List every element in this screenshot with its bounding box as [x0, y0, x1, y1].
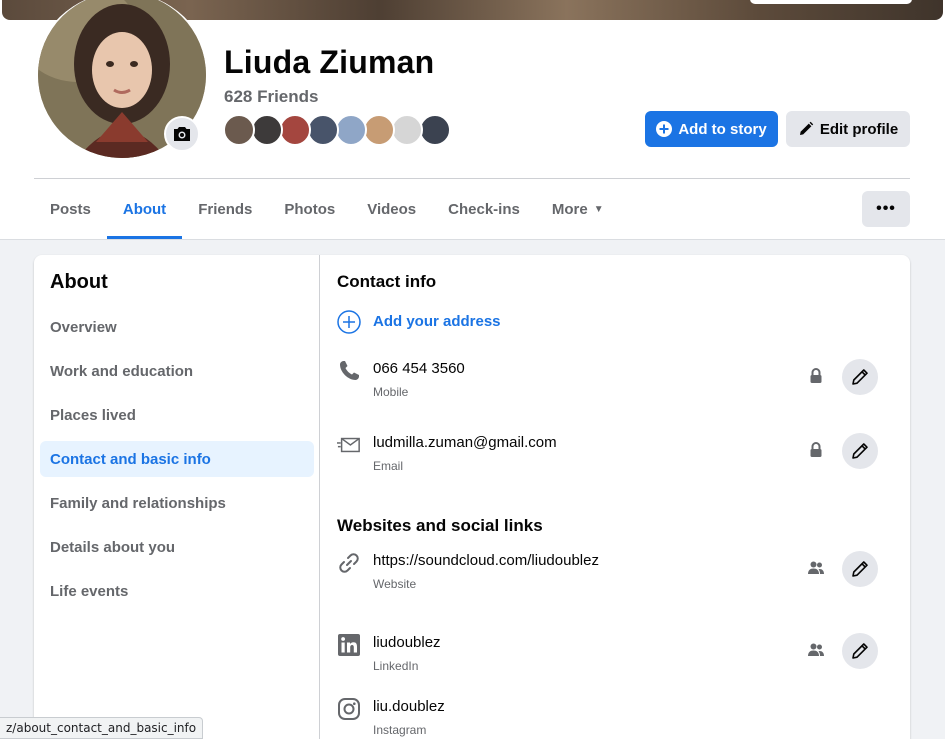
website-url[interactable]: https://soundcloud.com/liudoublez: [373, 552, 599, 569]
email-type: Email: [373, 459, 404, 473]
tab-check-ins[interactable]: Check-ins: [432, 179, 536, 239]
friend-avatar[interactable]: [279, 114, 311, 146]
friends-audience-icon[interactable]: [808, 560, 824, 576]
edit-cover-button[interactable]: [750, 0, 912, 4]
friends-count-link[interactable]: 628 Friends: [224, 87, 319, 107]
edit-profile-button[interactable]: Edit profile: [786, 111, 910, 147]
link-status-bar: z/about_contact_and_basic_info: [0, 717, 204, 739]
friend-avatar[interactable]: [419, 114, 451, 146]
edit-phone-button[interactable]: [842, 359, 878, 395]
change-avatar-button[interactable]: [164, 116, 200, 152]
lock-icon[interactable]: [808, 368, 824, 384]
about-content: Contact info Add your address 066 454 35…: [321, 255, 910, 739]
tab-label: Photos: [284, 200, 336, 218]
tab-label: Check-ins: [448, 200, 520, 218]
pencil-icon: [799, 121, 814, 135]
pencil-icon: [852, 561, 868, 577]
friend-avatar[interactable]: [307, 114, 339, 146]
about-nav-life-events[interactable]: Life events: [40, 573, 314, 609]
tab-label: Posts: [50, 200, 91, 218]
tab-label: Videos: [367, 200, 417, 218]
tab-friends[interactable]: Friends: [182, 179, 268, 239]
pencil-icon: [852, 369, 868, 385]
camera-icon: [174, 127, 190, 141]
email-icon: [337, 433, 361, 457]
email-address: ludmilla.zuman@gmail.com: [373, 434, 557, 451]
tab-label: More: [551, 200, 588, 218]
tab-videos[interactable]: Videos: [351, 179, 432, 239]
instagram-icon: [337, 697, 361, 721]
about-nav-places-lived[interactable]: Places lived: [40, 397, 314, 433]
friend-avatar[interactable]: [223, 114, 255, 146]
linkedin-type: LinkedIn: [373, 659, 419, 673]
about-nav-details-about-you[interactable]: Details about you: [40, 529, 314, 565]
edit-email-button[interactable]: [842, 433, 878, 469]
about-sidebar: About Overview Work and education Places…: [34, 255, 320, 739]
tab-photos[interactable]: Photos: [268, 179, 351, 239]
add-to-story-button[interactable]: Add to story: [645, 111, 778, 147]
edit-profile-label: Edit profile: [819, 120, 899, 138]
about-nav-family-relationships[interactable]: Family and relationships: [40, 485, 314, 521]
friend-avatar[interactable]: [335, 114, 367, 146]
friend-avatars: [223, 114, 451, 146]
edit-linkedin-button[interactable]: [842, 633, 878, 669]
phone-icon: [337, 359, 361, 383]
about-card: About Overview Work and education Places…: [34, 255, 910, 739]
lock-icon[interactable]: [808, 442, 824, 458]
add-to-story-label: Add to story: [678, 120, 767, 138]
about-nav-contact-basic-info[interactable]: Contact and basic info: [40, 441, 314, 477]
contact-info-title: Contact info: [337, 272, 437, 291]
about-nav-overview[interactable]: Overview: [40, 309, 314, 345]
about-nav-work-education[interactable]: Work and education: [40, 353, 314, 389]
pencil-icon: [852, 643, 868, 659]
linkedin-handle[interactable]: liudoublez: [373, 634, 441, 651]
caret-down-icon: ▼: [593, 203, 604, 215]
phone-type: Mobile: [373, 385, 409, 399]
websites-title: Websites and social links: [337, 516, 543, 535]
about-title: About: [50, 271, 108, 293]
tab-posts[interactable]: Posts: [34, 179, 107, 239]
friend-avatar[interactable]: [363, 114, 395, 146]
phone-number: 066 454 3560: [373, 360, 465, 377]
add-address-link[interactable]: Add your address: [373, 313, 501, 330]
tab-more[interactable]: More ▼: [536, 179, 620, 239]
link-icon: [337, 551, 361, 575]
friend-avatar[interactable]: [251, 114, 283, 146]
instagram-handle[interactable]: liu.doublez: [373, 698, 445, 715]
tab-about[interactable]: About: [106, 179, 183, 239]
profile-header: Liuda Ziuman 628 Friends Add to story Ed…: [0, 0, 945, 240]
friends-audience-icon[interactable]: [808, 642, 824, 658]
profile-name: Liuda Ziuman: [224, 44, 435, 80]
pencil-icon: [852, 443, 868, 459]
instagram-type: Instagram: [373, 723, 427, 737]
tab-label: About: [122, 200, 167, 218]
add-circle-icon[interactable]: [337, 310, 361, 334]
edit-website-button[interactable]: [842, 551, 878, 587]
plus-circle-icon: [656, 121, 673, 137]
more-options-button[interactable]: •••: [862, 191, 910, 227]
profile-tabs: Posts About Friends Photos Videos Check-…: [34, 179, 620, 239]
tab-label: Friends: [198, 200, 253, 218]
friend-avatar[interactable]: [391, 114, 423, 146]
website-type: Website: [373, 577, 417, 591]
linkedin-icon: [337, 633, 361, 657]
